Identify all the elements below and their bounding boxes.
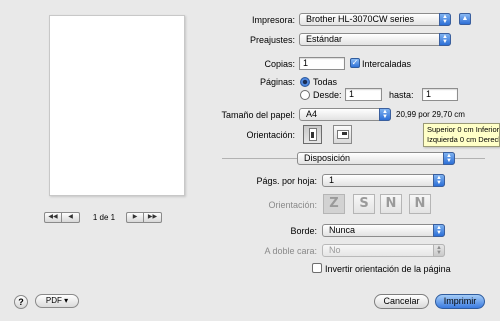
disclosure-button[interactable]: ▲ — [459, 13, 471, 25]
border-value: Nunca — [329, 225, 356, 235]
printer-label: Impresora: — [251, 15, 295, 25]
reverse-orientation-label: Invertir orientación de la página — [325, 264, 451, 274]
margins-tooltip: Superior 0 cm Inferior Izquierda 0 cm De… — [423, 123, 500, 147]
layout-direction-n[interactable]: N — [380, 194, 402, 214]
portrait-figure-icon — [311, 132, 314, 138]
copies-field[interactable]: 1 — [299, 57, 345, 70]
pages-per-sheet-label: Págs. por hoja: — [256, 176, 317, 186]
paper-dimensions: 20,99 por 29,70 cm — [396, 110, 465, 119]
pages-to-field[interactable]: 1 — [422, 88, 458, 101]
pages-range-radio[interactable] — [300, 90, 310, 100]
popup-arrows-icon: ▲ ▼ — [439, 13, 451, 26]
next-page-button[interactable]: ▶ — [126, 211, 144, 223]
popup-arrows-icon: ▲ ▼ — [433, 224, 445, 237]
landscape-figure-icon — [342, 132, 347, 135]
popup-arrows-icon: ▲ ▼ — [433, 174, 445, 187]
preview-pager: ◀◀ ◀ 1 de 1 ▶ ▶▶ — [44, 211, 190, 223]
border-label: Borde: — [290, 226, 317, 236]
paper-size-value: A4 — [306, 109, 318, 119]
popup-arrows-icon: ▲ ▼ — [379, 108, 391, 121]
paper-size-popup[interactable]: A4 ▲ ▼ — [299, 108, 391, 121]
last-page-button[interactable]: ▶▶ — [144, 211, 162, 223]
layout-direction-z[interactable]: Z — [323, 194, 345, 214]
portrait-button[interactable] — [303, 125, 322, 144]
print-button[interactable]: Imprimir — [435, 294, 485, 309]
pages-per-sheet-value: 1 — [329, 175, 335, 185]
pages-per-sheet-popup[interactable]: 1 ▲ ▼ — [322, 174, 445, 187]
pager-back-group: ◀◀ ◀ — [44, 211, 80, 223]
presets-label: Preajustes: — [249, 35, 295, 45]
two-sided-value: No — [329, 245, 341, 255]
popup-arrows-icon: ▲ ▼ — [433, 244, 445, 257]
pager-forward-group: ▶ ▶▶ — [126, 211, 162, 223]
bottom-bar: ? PDF ▾ Cancelar Imprimir — [0, 287, 500, 321]
tooltip-line-1: Superior 0 cm Inferior — [427, 125, 500, 134]
collate-label: Intercaladas — [362, 59, 412, 69]
cancel-button[interactable]: Cancelar — [374, 294, 429, 309]
first-page-button[interactable]: ◀◀ — [44, 211, 62, 223]
border-popup[interactable]: Nunca ▲ ▼ — [322, 224, 445, 237]
section-separator-right — [455, 158, 485, 159]
two-sided-label: A doble cara: — [264, 246, 317, 256]
presets-popup[interactable]: Estándar ▲ ▼ — [299, 33, 451, 46]
help-button[interactable]: ? — [14, 295, 28, 309]
layout-direction-n-reverse[interactable]: N — [409, 194, 431, 214]
section-popup[interactable]: Disposición ▲ ▼ — [297, 152, 455, 165]
layout-direction-label: Orientación: — [268, 200, 317, 210]
pages-to-label: hasta: — [389, 90, 414, 100]
pages-all-radio[interactable] — [300, 77, 310, 87]
paper-size-label: Tamaño del papel: — [221, 110, 295, 120]
popup-arrows-icon: ▲ ▼ — [439, 33, 451, 46]
printer-value: Brother HL-3070CW series — [306, 14, 415, 24]
landscape-button[interactable] — [333, 125, 352, 144]
pages-label: Páginas: — [259, 77, 295, 87]
reverse-orientation-checkbox[interactable] — [312, 263, 322, 273]
orientation-label: Orientación: — [246, 130, 295, 140]
section-value: Disposición — [304, 153, 351, 163]
pages-all-label: Todas — [313, 77, 338, 87]
copies-label: Copias: — [264, 59, 295, 69]
two-sided-popup[interactable]: No ▲ ▼ — [322, 244, 445, 257]
previous-page-button[interactable]: ◀ — [62, 211, 80, 223]
popup-arrows-icon: ▲ ▼ — [443, 152, 455, 165]
page-preview — [49, 15, 185, 196]
printer-popup[interactable]: Brother HL-3070CW series ▲ ▼ — [299, 13, 451, 26]
pdf-menu-button[interactable]: PDF ▾ — [35, 294, 79, 308]
pages-from-field[interactable]: 1 — [345, 88, 382, 101]
section-separator-left — [222, 158, 297, 159]
print-dialog: ◀◀ ◀ 1 de 1 ▶ ▶▶ Impresora: Brother HL-3… — [0, 0, 500, 321]
collate-checkbox[interactable]: ✓ — [350, 58, 360, 68]
page-indicator: 1 de 1 — [92, 212, 116, 222]
layout-direction-s[interactable]: S — [353, 194, 375, 214]
pages-from-label: Desde: — [313, 90, 342, 100]
presets-value: Estándar — [306, 34, 343, 44]
tooltip-line-2: Izquierda 0 cm Derecha — [427, 135, 500, 144]
